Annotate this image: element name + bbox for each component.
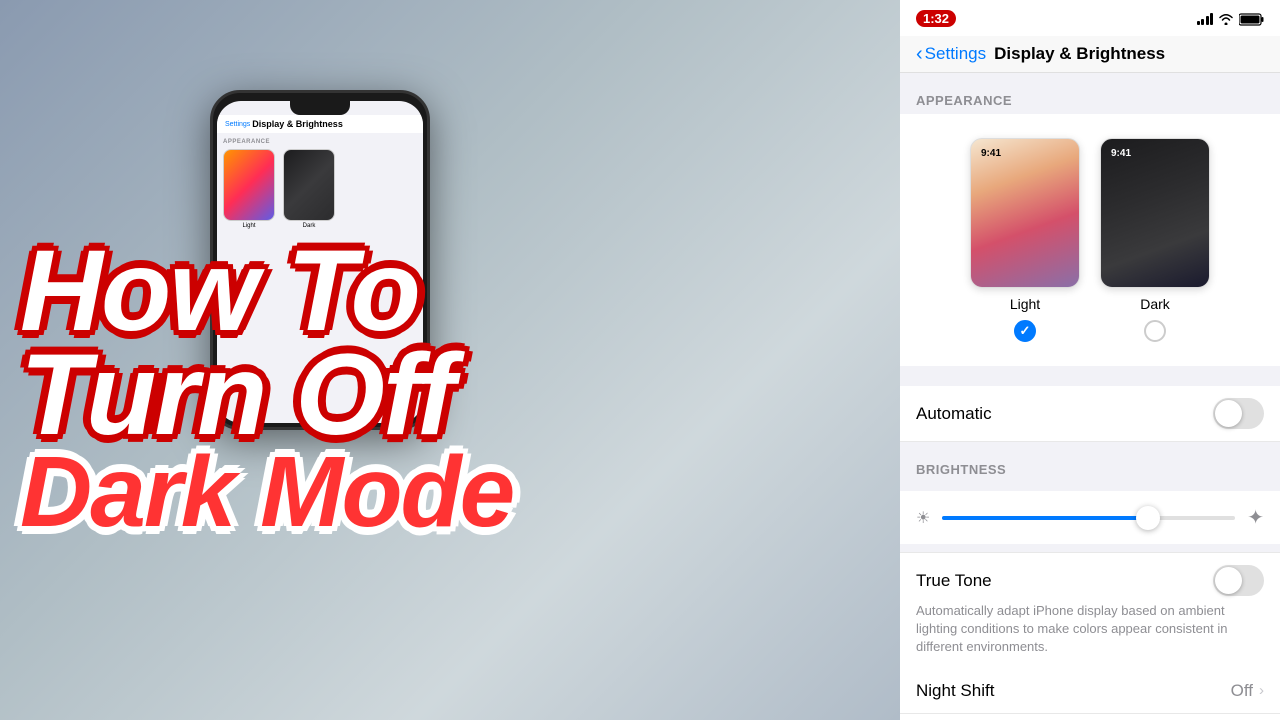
back-button[interactable]: ‹ Settings	[916, 44, 986, 64]
small-appearance-label: APPEARANCE	[223, 139, 417, 145]
dark-mode-radio[interactable]	[1144, 320, 1166, 342]
nav-bar: ‹ Settings Display & Brightness	[900, 36, 1280, 73]
big-title: How To Turn Off Dark Mode	[20, 240, 513, 537]
brightness-card: ☀ ✦	[900, 491, 1280, 544]
true-tone-description: Automatically adapt iPhone display based…	[916, 602, 1264, 657]
light-time: 9:41	[981, 148, 1001, 159]
night-shift-row[interactable]: Night Shift Off ›	[900, 669, 1280, 714]
signal-bar-1	[1197, 21, 1200, 25]
small-nav-title: Display & Brightness	[252, 119, 343, 129]
dark-mode-option[interactable]: 9:41 Dark	[1100, 138, 1210, 342]
signal-bar-4	[1210, 13, 1213, 25]
brightness-section-header: BRIGHTNESS	[900, 442, 1280, 483]
overlay-text: How To Turn Off Dark Mode	[20, 240, 513, 537]
status-time-badge: 1:32	[916, 10, 956, 28]
true-tone-row: True Tone Automatically adapt iPhone dis…	[900, 552, 1280, 669]
true-tone-thumb	[1215, 567, 1242, 594]
automatic-row: Automatic	[900, 386, 1280, 442]
back-label: Settings	[925, 44, 986, 64]
signal-bar-2	[1201, 19, 1204, 25]
settings-content: APPEARANCE 9:41 Light	[900, 73, 1280, 720]
signal-bar-3	[1206, 16, 1209, 25]
page-title: Display & Brightness	[994, 44, 1165, 64]
battery-icon	[1239, 13, 1264, 26]
appearance-card: 9:41 Light 9:41 Dark	[900, 114, 1280, 366]
night-shift-label: Night Shift	[916, 681, 994, 701]
light-status-bar: 9:41	[971, 139, 1079, 167]
automatic-label: Automatic	[916, 404, 992, 424]
small-mode-options: Light Dark	[223, 149, 417, 229]
brightness-slider[interactable]	[942, 516, 1235, 520]
true-tone-header: True Tone	[916, 565, 1264, 596]
left-section: Settings Display & Brightness APPEARANCE…	[0, 0, 900, 720]
small-dark-mode: Dark	[283, 149, 335, 229]
status-bar: 1:32	[900, 0, 1280, 36]
signal-bars-icon	[1197, 13, 1214, 25]
small-back-label: Settings	[225, 121, 250, 128]
overlay-line3: Dark Mode	[20, 447, 513, 537]
small-light-mode: Light	[223, 149, 275, 229]
light-mode-radio[interactable]	[1014, 320, 1036, 342]
status-icons	[1197, 13, 1265, 26]
small-phone-content: APPEARANCE Light Dark	[217, 133, 423, 235]
brightness-low-icon: ☀	[916, 508, 930, 528]
mode-options: 9:41 Light 9:41 Dark	[916, 130, 1264, 350]
wifi-icon	[1218, 13, 1234, 25]
iphone-settings-panel: 1:32 ‹	[900, 0, 1280, 720]
automatic-toggle[interactable]	[1213, 398, 1264, 429]
light-mode-option[interactable]: 9:41 Light	[970, 138, 1080, 342]
brightness-row: ☀ ✦	[916, 505, 1264, 530]
brightness-high-icon: ✦	[1247, 505, 1264, 530]
night-shift-value-container: Off ›	[1231, 681, 1264, 701]
dark-mode-label: Dark	[1140, 296, 1170, 312]
light-mode-label: Light	[1010, 296, 1040, 312]
overlay-line1: How To	[20, 240, 513, 344]
brightness-thumb[interactable]	[1136, 506, 1160, 530]
brightness-fill	[942, 516, 1141, 520]
auto-lock-row[interactable]: Lock Never ›	[900, 714, 1280, 720]
small-light-preview	[223, 149, 275, 221]
chevron-left-icon: ‹	[916, 44, 923, 64]
dark-time: 9:41	[1111, 148, 1131, 159]
small-phone-notch	[290, 101, 350, 115]
true-tone-toggle[interactable]	[1213, 565, 1264, 596]
dark-status-bar: 9:41	[1101, 139, 1209, 167]
light-mode-preview: 9:41	[970, 138, 1080, 288]
small-phone-nav: Settings Display & Brightness	[217, 115, 423, 133]
appearance-section-header: APPEARANCE	[900, 73, 1280, 114]
true-tone-label: True Tone	[916, 571, 992, 591]
overlay-line2: Turn Off	[20, 344, 513, 448]
dark-mode-preview: 9:41	[1100, 138, 1210, 288]
small-dark-preview	[283, 149, 335, 221]
time-badge: 1:32	[916, 10, 956, 27]
night-shift-value: Off	[1231, 681, 1253, 701]
automatic-toggle-thumb	[1215, 400, 1242, 427]
night-shift-chevron-icon: ›	[1259, 682, 1264, 699]
